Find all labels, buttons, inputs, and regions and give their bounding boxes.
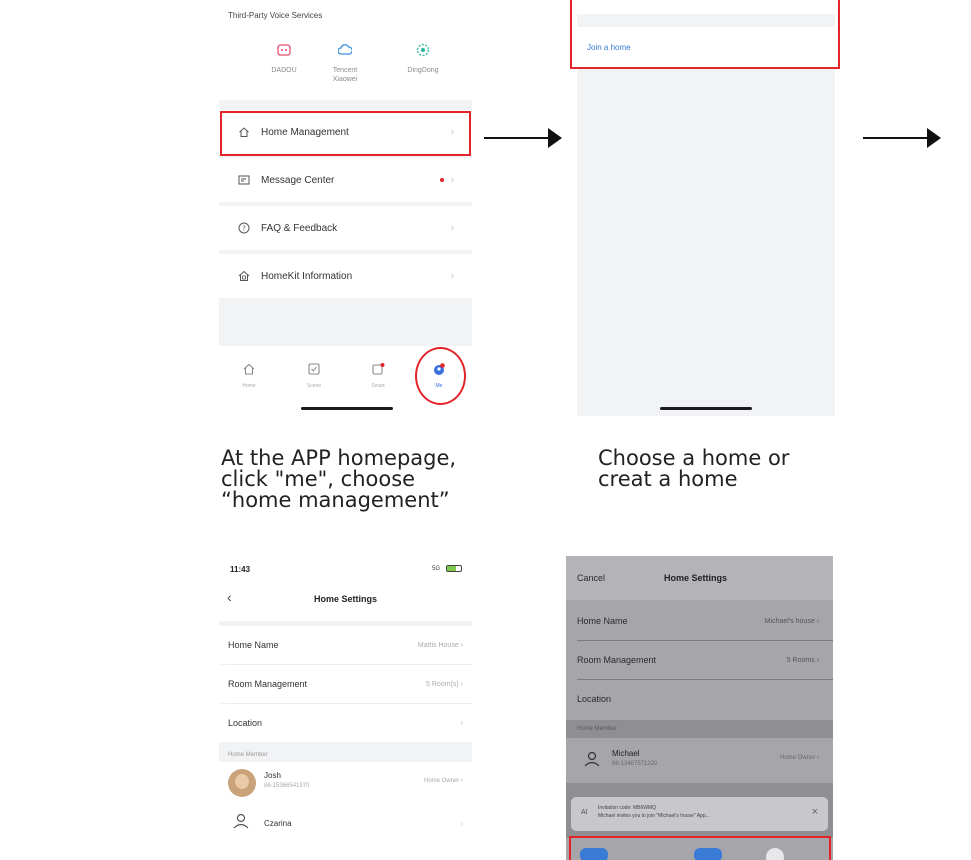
home-name-row[interactable]: Home Name Michael's house ›: [566, 602, 833, 640]
voice-services-card: Third-Party Voice Services DADOU Tencent…: [219, 0, 472, 100]
member-name: Czarina: [264, 819, 292, 828]
menu-faq-feedback[interactable]: ? FAQ & Feedback ›: [219, 206, 472, 250]
arrow-line: [863, 137, 927, 139]
status-network: 5G: [431, 566, 440, 572]
menu-homekit-information[interactable]: HomeKit Information ›: [219, 254, 472, 298]
page-title: Home Settings: [664, 573, 728, 583]
tab-label: Scene: [306, 383, 322, 389]
arrow-line: [484, 137, 548, 139]
unread-dot: [440, 178, 444, 182]
arrow-right-icon: [548, 128, 562, 148]
page-title: Home Settings: [313, 594, 377, 604]
voice-service-label: Tencent Xiaowei: [332, 67, 358, 83]
header: 11:43 5G ‹ Home Settings: [219, 555, 472, 621]
row-label: Location: [228, 718, 263, 728]
voice-service-label: DADOU: [271, 67, 297, 74]
chevron-right-icon: ›: [450, 270, 454, 282]
tab-home[interactable]: Home: [229, 362, 269, 389]
chevron-right-icon: ›: [450, 222, 454, 234]
home-indicator: [660, 407, 752, 410]
cancel-button[interactable]: Cancel: [577, 573, 605, 583]
screen-home-settings: 11:43 5G ‹ Home Settings Home Name Matti…: [219, 555, 472, 860]
chevron-right-icon: ›: [460, 819, 463, 828]
row-value: 5 Room(s) ›: [426, 680, 463, 688]
status-time: 11:43: [230, 565, 251, 574]
voice-services-title: Third-Party Voice Services: [228, 11, 323, 20]
invite-code: Invitation code: MB6WMQ: [598, 805, 657, 811]
smart-tab-icon: [372, 363, 385, 375]
member-phone: 86-13467571220: [612, 761, 658, 767]
tab-label: Smart: [371, 383, 385, 389]
location-row[interactable]: Location: [566, 680, 833, 718]
avatar: [228, 769, 256, 797]
highlight-join-home: [570, 0, 840, 69]
cloud-icon: [338, 44, 352, 55]
member-name: Josh: [264, 771, 281, 780]
invite-badge: AI: [581, 809, 588, 816]
member-phone: 86-15366541970: [264, 783, 310, 789]
homekit-icon: [237, 269, 251, 283]
scene-tab-icon: [308, 363, 320, 375]
chevron-right-icon: ›: [460, 719, 463, 727]
tab-smart[interactable]: Smart: [358, 362, 398, 389]
row-label: Room Management: [577, 655, 657, 665]
message-icon: [237, 173, 251, 187]
home-tab-icon: [243, 363, 255, 375]
voice-service-label: DingDong: [407, 67, 439, 74]
home-name-row[interactable]: Home Name Mattis House ›: [219, 626, 472, 664]
header: Cancel Home Settings: [566, 556, 833, 600]
member-header: Home Member: [577, 726, 617, 732]
menu-label: FAQ & Feedback: [261, 222, 338, 234]
menu-label: HomeKit Information: [261, 270, 353, 282]
room-management-row[interactable]: Room Management 5 Room(s) ›: [219, 665, 472, 703]
question-icon: ?: [237, 221, 251, 235]
caption-step-1: At the APP homepage, click "me", choose …: [221, 446, 457, 512]
row-value: Mattis House ›: [417, 641, 463, 649]
highlight-home-management: [220, 111, 471, 156]
member-header: Home Member: [228, 752, 268, 758]
member-name: Michael: [612, 749, 640, 758]
menu-message-center[interactable]: Message Center ›: [219, 158, 472, 202]
person-icon: [584, 751, 600, 767]
room-management-row[interactable]: Room Management 5 Rooms ›: [566, 641, 833, 679]
row-label: Home Name: [577, 616, 628, 626]
screen-home-settings-invite: Cancel Home Settings Home Name Michael's…: [566, 556, 833, 860]
member-role: Home Owner ›: [779, 755, 819, 761]
menu-label: Message Center: [261, 174, 335, 186]
caption-step-2: Choose a home or creat a home: [598, 446, 790, 491]
highlight-share-options: [569, 836, 831, 860]
chevron-right-icon: ›: [450, 174, 454, 186]
home-indicator: [301, 407, 393, 410]
row-value: Michael's house ›: [764, 617, 819, 625]
highlight-me-tab: [415, 347, 466, 405]
location-row[interactable]: Location ›: [219, 704, 472, 742]
battery-icon: [446, 565, 462, 572]
row-label: Home Name: [228, 640, 279, 650]
voice-assistant-icon: [277, 44, 291, 56]
member-role: Home Owner ›: [423, 778, 463, 784]
row-label: Room Management: [228, 679, 308, 689]
close-icon[interactable]: ×: [812, 806, 818, 818]
person-icon: [233, 813, 249, 829]
tab-scene[interactable]: Scene: [294, 362, 334, 389]
row-label: Location: [577, 694, 612, 704]
dingdong-icon: [416, 43, 430, 57]
member-row[interactable]: Michael 86-13467571220 Home Owner ›: [566, 738, 833, 783]
arrow-right-icon: [927, 128, 941, 148]
member-list: Josh 86-15366541970 Home Owner › Czarina…: [219, 762, 472, 860]
tab-label: Home: [242, 383, 256, 389]
invite-banner[interactable]: AI Invitation code: MB6WMQ Michael invit…: [571, 797, 828, 831]
svg-text:?: ?: [242, 225, 246, 233]
row-value: 5 Rooms ›: [786, 656, 819, 664]
invite-message: Michael invites you to join "Michael's h…: [598, 813, 710, 819]
